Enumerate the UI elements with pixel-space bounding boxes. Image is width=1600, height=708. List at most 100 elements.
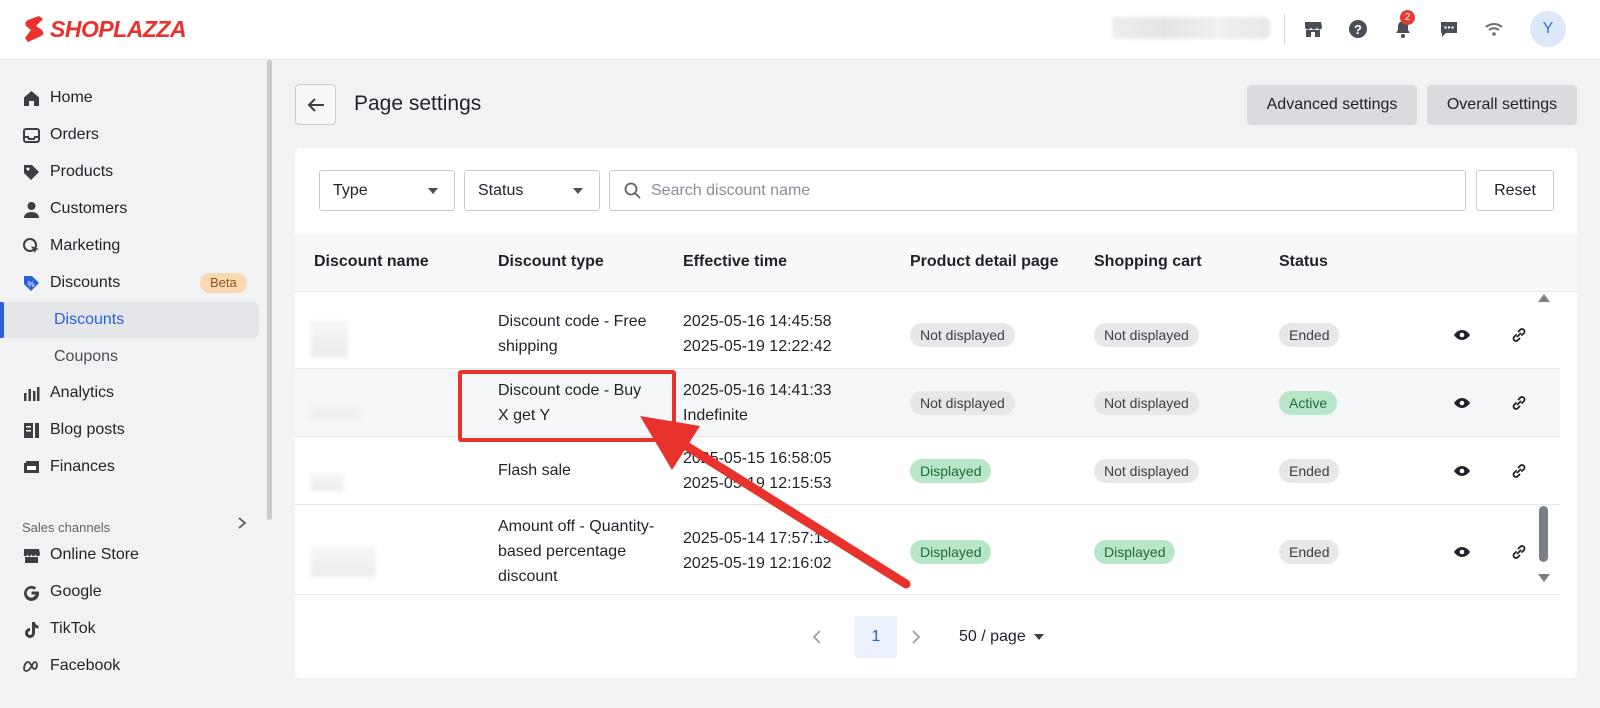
table-row[interactable]: Amount off - Quantity-based percentage d… [295, 505, 1560, 595]
help-icon[interactable]: ? [1347, 18, 1369, 40]
sidebar-item-tiktok[interactable]: TikTok [0, 611, 260, 647]
effective-end-cell: 2025-05-19 12:22:42 [683, 338, 832, 355]
sidebar-item-finances[interactable]: Finances [0, 449, 260, 485]
chevron-right-icon[interactable] [910, 616, 922, 658]
google-icon [22, 583, 40, 601]
link-icon[interactable] [1508, 541, 1530, 563]
sidebar-item-home[interactable]: Home [0, 80, 260, 116]
wifi-icon[interactable] [1483, 18, 1505, 40]
sidebar-item-label: Finances [50, 458, 115, 475]
eye-icon[interactable] [1451, 392, 1473, 414]
scroll-down-icon[interactable] [1538, 574, 1550, 582]
status-filter-select[interactable]: Status [464, 170, 600, 211]
scroll-up-icon[interactable] [1538, 294, 1550, 302]
meta-icon [22, 657, 40, 675]
column-header: Effective time [683, 253, 788, 270]
table-header: Discount name Discount type Effective ti… [295, 234, 1577, 292]
sidebar-item-facebook[interactable]: Facebook [0, 648, 260, 684]
type-filter-label: Type [333, 181, 368, 199]
blog-icon [22, 421, 40, 439]
effective-start-cell: 2025-05-14 17:57:19 [683, 530, 832, 547]
type-filter-select[interactable]: Type [319, 170, 455, 211]
cursor-icon [22, 237, 40, 255]
sidebar-item-google[interactable]: Google [0, 574, 260, 610]
column-header: Discount type [498, 253, 604, 270]
sidebar-item-label: Orders [50, 126, 99, 143]
search-input[interactable] [651, 181, 1431, 200]
tag-icon [22, 163, 40, 181]
pdp-display-badge: Displayed [910, 540, 992, 564]
store-icon[interactable] [1302, 18, 1324, 40]
effective-start-cell: 2025-05-16 14:41:33 [683, 382, 832, 399]
sidebar-item-discounts[interactable]: % Discounts Beta [0, 265, 260, 301]
sidebar-item-label: Home [50, 89, 93, 106]
page-size-label: 50 / page [959, 628, 1026, 645]
caret-down-icon [573, 188, 583, 194]
link-icon[interactable] [1508, 460, 1530, 482]
effective-end-cell: Indefinite [683, 407, 748, 424]
column-header: Discount name [314, 253, 429, 270]
finance-icon [22, 458, 40, 476]
status-badge: Ended [1279, 540, 1340, 564]
page-size-select[interactable]: 50 / page [959, 616, 1045, 658]
status-badge: Ended [1279, 323, 1340, 347]
chat-icon[interactable] [1438, 18, 1460, 40]
sidebar-item-marketing[interactable]: Marketing [0, 228, 260, 264]
eye-icon[interactable] [1451, 324, 1473, 346]
blurred-discount-name [310, 473, 344, 491]
cart-display-badge: Not displayed [1094, 459, 1199, 483]
sidebar-item-label: Customers [50, 200, 128, 217]
pdp-display-badge: Not displayed [910, 323, 1015, 347]
shoplazza-logo[interactable]: SHOPLAZZA [22, 14, 187, 44]
blurred-discount-name [310, 399, 360, 419]
cart-display-badge: Displayed [1094, 540, 1176, 564]
svg-text:?: ? [1354, 22, 1362, 37]
eye-icon[interactable] [1451, 541, 1473, 563]
discount-type-cell: Discount code - Free shipping [498, 313, 647, 355]
column-header: Shopping cart [1094, 253, 1202, 270]
beta-badge: Beta [200, 273, 247, 293]
status-badge: Ended [1279, 459, 1340, 483]
sidebar-item-customers[interactable]: Customers [0, 191, 260, 227]
eye-icon[interactable] [1451, 460, 1473, 482]
cart-display-badge: Not displayed [1094, 323, 1199, 347]
table-row[interactable]: Flash sale 2025-05-15 16:58:05 2025-05-1… [295, 437, 1560, 505]
avatar[interactable]: Y [1530, 11, 1566, 47]
link-icon[interactable] [1508, 324, 1530, 346]
top-bar: SHOPLAZZA ? 2 Y [0, 0, 1600, 60]
link-icon[interactable] [1508, 392, 1530, 414]
sidebar-item-analytics[interactable]: Analytics [0, 375, 260, 411]
highlight-annotation-box [458, 370, 676, 442]
sidebar-item-orders[interactable]: Orders [0, 117, 260, 153]
overall-settings-button[interactable]: Overall settings [1427, 85, 1577, 125]
pdp-display-badge: Not displayed [910, 391, 1015, 415]
table-scrollbar[interactable] [1537, 294, 1551, 584]
home-icon [22, 89, 40, 107]
sidebar-item-products[interactable]: Products [0, 154, 260, 190]
discount-type-cell: Flash sale [498, 462, 571, 479]
sidebar-scrollbar[interactable] [267, 60, 272, 520]
sidebar-item-online-store[interactable]: Online Store [0, 537, 260, 573]
scroll-thumb[interactable] [1539, 506, 1548, 562]
person-icon [22, 200, 40, 218]
sidebar-subitem-discounts[interactable]: Discounts [0, 302, 259, 338]
search-box[interactable] [609, 170, 1466, 211]
reset-button[interactable]: Reset [1476, 170, 1554, 211]
cart-display-badge: Not displayed [1094, 391, 1199, 415]
advanced-settings-button[interactable]: Advanced settings [1247, 85, 1417, 125]
caret-down-icon [1033, 634, 1044, 640]
status-badge: Active [1279, 391, 1338, 415]
sidebar-item-label: Analytics [50, 384, 115, 401]
logo-mark-icon [25, 16, 44, 42]
inbox-icon [22, 126, 40, 144]
page-number-button[interactable]: 1 [855, 616, 897, 658]
topbar-divider [1284, 14, 1285, 44]
chevron-right-icon[interactable] [236, 516, 248, 533]
chevron-left-icon[interactable] [811, 616, 823, 658]
sidebar-item-blog-posts[interactable]: Blog posts [0, 412, 260, 448]
store-icon [22, 546, 40, 564]
sidebar-subitem-coupons[interactable]: Coupons [4, 339, 259, 375]
caret-down-icon [428, 188, 438, 194]
back-button[interactable] [295, 84, 336, 125]
table-row[interactable]: Discount code - Free shipping 2025-05-16… [295, 300, 1560, 369]
